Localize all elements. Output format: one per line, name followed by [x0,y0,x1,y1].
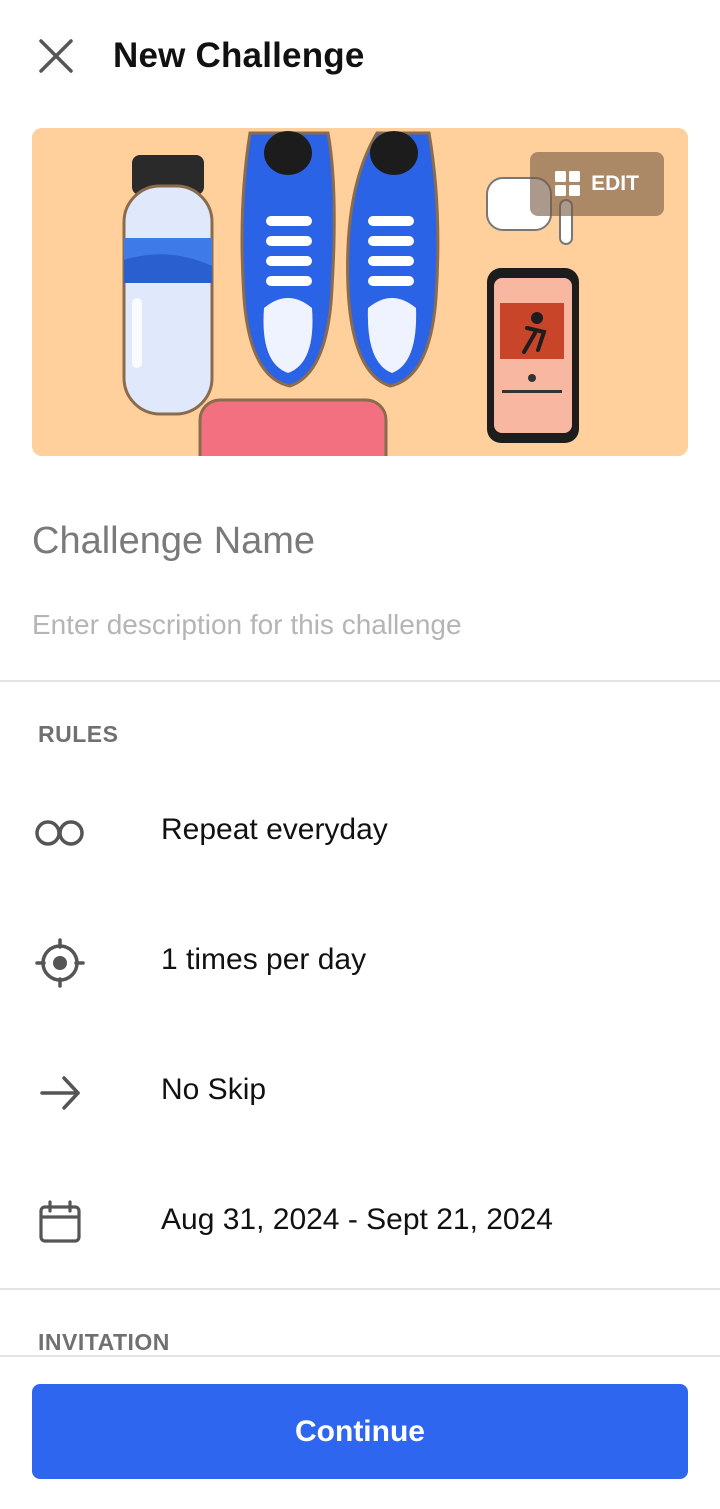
edit-label: EDIT [591,172,639,195]
rule-skip-row[interactable]: No Skip [0,1038,720,1148]
header: New Challenge [0,0,720,116]
challenge-name-input[interactable]: Challenge Name [32,520,688,563]
page-title: New Challenge [113,36,365,75]
challenge-description-input[interactable]: Enter description for this challenge [32,609,688,641]
arrow-right-icon [32,1068,88,1118]
rule-skip-label: No Skip [161,1073,267,1106]
continue-button[interactable]: Continue [32,1384,688,1479]
close-icon [39,39,73,73]
continue-label: Continue [295,1414,425,1448]
rule-repeat-label: Repeat everyday [161,813,388,846]
rule-frequency-row[interactable]: 1 times per day [0,908,720,1018]
divider [0,1288,720,1290]
target-icon [32,938,88,988]
grid-icon [555,171,581,196]
rule-date-range-row[interactable]: Aug 31, 2024 - Sept 21, 2024 [0,1168,720,1278]
edit-cover-button[interactable]: EDIT [530,152,664,216]
infinity-icon [32,808,88,858]
calendar-icon [32,1198,88,1248]
divider [0,680,720,682]
invitation-section-label: INVITATION [38,1329,170,1355]
rule-repeat-row[interactable]: Repeat everyday [0,778,720,888]
rule-frequency-label: 1 times per day [161,943,367,976]
rule-date-range-label: Aug 31, 2024 - Sept 21, 2024 [161,1203,553,1236]
close-button[interactable] [30,30,82,82]
rules-section-label: RULES [38,721,119,747]
